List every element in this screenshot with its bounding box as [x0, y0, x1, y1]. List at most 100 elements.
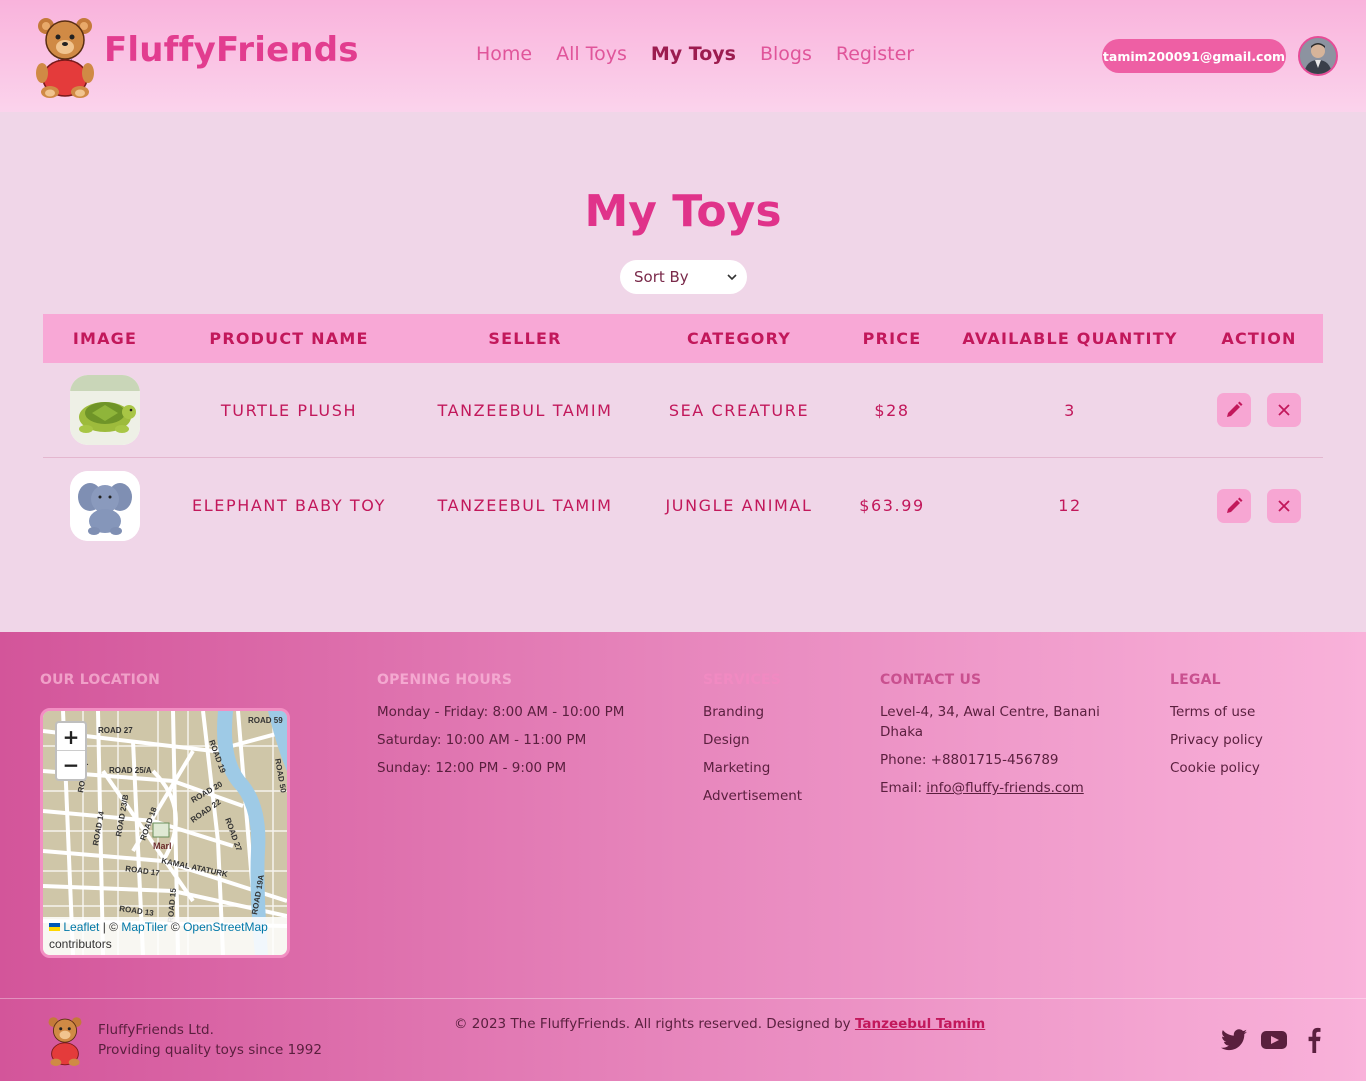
company-info: FluffyFriends Ltd. Providing quality toy…: [98, 1020, 322, 1060]
main-content: My Toys Sort By IMAGE PRODUCT NAME SELLE…: [0, 112, 1366, 632]
email-link[interactable]: info@fluffy-friends.com: [926, 780, 1083, 796]
available-quantity: 12: [1058, 496, 1082, 515]
edit-button[interactable]: [1217, 393, 1251, 427]
hours-item: Saturday: 10:00 AM - 11:00 PM: [377, 732, 587, 748]
map-attribution: Leaflet | © MapTiler © OpenStreetMap con…: [43, 917, 287, 955]
category: JUNGLE ANIMAL: [665, 496, 813, 515]
seller-name: TANZEEBUL TAMIM: [437, 400, 613, 420]
col-image: IMAGE: [72, 329, 138, 348]
legal-heading: LEGAL: [1170, 672, 1221, 688]
turtle-plush-icon: [70, 375, 140, 445]
zoom-out-button[interactable]: −: [57, 751, 85, 779]
user-avatar-icon: [1300, 38, 1336, 74]
map-road-label: ROAD 25/A: [109, 766, 152, 775]
facebook-link[interactable]: [1300, 1026, 1328, 1054]
pencil-icon: [1227, 497, 1243, 513]
designer-link[interactable]: Tanzeebul Tamim: [855, 1016, 985, 1032]
available-quantity: 3: [1064, 400, 1076, 420]
nav-blogs[interactable]: Blogs: [760, 43, 812, 65]
nav-my-toys[interactable]: My Toys: [651, 43, 736, 65]
leaflet-link[interactable]: Leaflet: [63, 920, 99, 934]
map-road-label: ROAD 27: [98, 726, 133, 735]
delete-button[interactable]: [1267, 488, 1301, 523]
logo[interactable]: [34, 16, 96, 98]
openstreetmap-link[interactable]: OpenStreetMap: [183, 920, 268, 934]
elephant-plush-icon: [70, 470, 140, 541]
legal-link-cookie[interactable]: Cookie policy: [1170, 758, 1263, 778]
twitter-icon: [1221, 1029, 1247, 1051]
service-link-advertisement[interactable]: Advertisement: [703, 786, 802, 806]
hours-item: Sunday: 12:00 PM - 9:00 PM: [377, 760, 567, 776]
row-actions: [1195, 488, 1323, 523]
price: $63.99: [859, 496, 925, 515]
facebook-icon: [1308, 1027, 1321, 1053]
product-name: TURTLE PLUSH: [220, 400, 358, 420]
table-header: IMAGE PRODUCT NAME SELLER CATEGORY PRICE…: [43, 314, 1323, 363]
footer-location: OUR LOCATION: [40, 672, 160, 688]
nav-home[interactable]: Home: [476, 43, 532, 65]
map-road-label: ROAD 59: [248, 716, 283, 725]
contact-heading: CONTACT US: [880, 672, 982, 688]
legal-link-privacy[interactable]: Privacy policy: [1170, 730, 1263, 750]
product-name: ELEPHANT BABY TOY: [192, 496, 386, 515]
footer-legal: LEGAL Terms of use Privacy policy Cookie…: [1170, 672, 1263, 778]
service-link-branding[interactable]: Branding: [703, 702, 802, 722]
footer-divider: [0, 998, 1366, 999]
footer-hours: OPENING HOURS Monday - Friday: 8:00 AM -…: [377, 672, 624, 778]
location-map[interactable]: ROAD 27 ROAD 59 ROAD 25/A ROAD 4 ROAD 19…: [40, 708, 290, 958]
price: $28: [874, 400, 910, 420]
close-icon: [1278, 499, 1290, 512]
footer-services: SERVICES Branding Design Marketing Adver…: [703, 672, 802, 806]
edit-button[interactable]: [1217, 488, 1251, 523]
seller-name: TANZEEBUL TAMIM: [437, 496, 613, 515]
map-zoom-control: + −: [55, 721, 87, 781]
contact-phone: Phone: +8801715-456789: [880, 752, 1059, 768]
col-available-quantity: AVAILABLE QUANTITY: [962, 329, 1178, 348]
contact-email: Email: info@fluffy-friends.com: [880, 780, 1084, 796]
close-icon: [1278, 404, 1290, 416]
site-header: FluffyFriends Home All Toys My Toys Blog…: [0, 0, 1366, 112]
col-seller: SELLER: [488, 329, 562, 348]
nav-all-toys[interactable]: All Toys: [556, 43, 627, 65]
twitter-link[interactable]: [1220, 1026, 1248, 1054]
service-link-marketing[interactable]: Marketing: [703, 758, 802, 778]
page-title: My Toys: [584, 186, 782, 237]
company-name: FluffyFriends Ltd.: [98, 1022, 214, 1038]
zoom-in-button[interactable]: +: [57, 723, 85, 751]
product-image: [70, 470, 140, 541]
maptiler-link[interactable]: MapTiler: [121, 920, 167, 934]
delete-button[interactable]: [1267, 393, 1301, 427]
teddy-bear-logo-icon: [48, 1017, 82, 1066]
product-image: [70, 375, 140, 445]
site-footer: OUR LOCATION ROAD 27 ROAD 59 ROAD 25/A R…: [0, 632, 1366, 1081]
avatar[interactable]: [1298, 36, 1338, 76]
teddy-bear-logo-icon: [36, 18, 94, 98]
brand-name[interactable]: FluffyFriends: [104, 30, 359, 70]
sort-dropdown[interactable]: Sort By: [620, 260, 747, 294]
category: SEA CREATURE: [668, 400, 810, 420]
youtube-link[interactable]: [1260, 1026, 1288, 1054]
chevron-down-icon: [727, 273, 737, 280]
nav-register[interactable]: Register: [836, 43, 914, 65]
youtube-icon: [1261, 1031, 1287, 1049]
ukraine-flag-icon: [49, 923, 60, 931]
hours-heading: OPENING HOURS: [377, 672, 513, 688]
location-heading: OUR LOCATION: [40, 672, 161, 688]
user-email-badge[interactable]: tamim200091@gmail.com: [1102, 39, 1286, 73]
table-row: TURTLE PLUSH TANZEEBUL TAMIM SEA CREATUR…: [43, 363, 1323, 458]
hours-item: Monday - Friday: 8:00 AM - 10:00 PM: [377, 704, 625, 720]
pencil-icon: [1227, 401, 1243, 417]
service-link-design[interactable]: Design: [703, 730, 802, 750]
main-nav: Home All Toys My Toys Blogs Register: [476, 43, 914, 65]
map-place-label: Marl: [153, 841, 172, 851]
table-row: ELEPHANT BABY TOY TANZEEBUL TAMIM JUNGLE…: [43, 458, 1323, 553]
services-heading: SERVICES: [703, 672, 781, 688]
footer-contact: CONTACT US Level-4, 34, Awal Centre, Ban…: [880, 672, 1110, 798]
col-product-name: PRODUCT NAME: [209, 329, 369, 348]
contact-address: Level-4, 34, Awal Centre, Banani Dhaka: [880, 704, 1100, 740]
company-tagline: Providing quality toys since 1992: [98, 1042, 322, 1058]
col-category: CATEGORY: [686, 329, 792, 348]
copyright: © 2023 The FluffyFriends. All rights res…: [454, 1016, 986, 1032]
legal-link-terms[interactable]: Terms of use: [1170, 702, 1263, 722]
col-price: PRICE: [862, 329, 922, 348]
